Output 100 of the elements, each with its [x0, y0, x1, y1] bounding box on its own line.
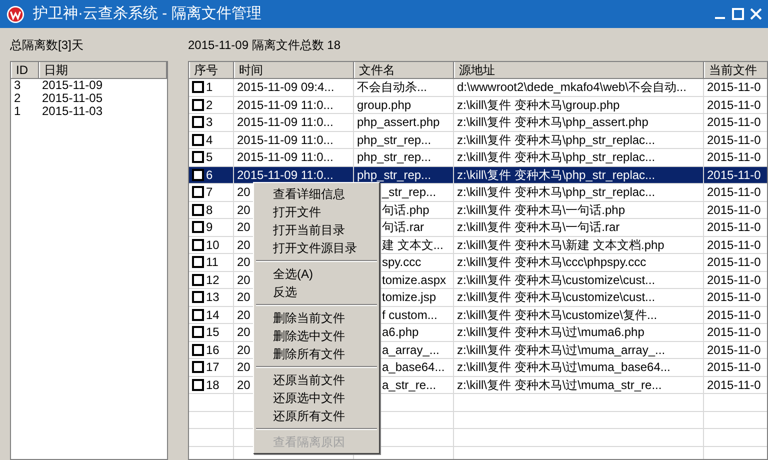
- table-cell: php_str_rep...: [357, 132, 432, 148]
- table-cell: 2015-11-0: [707, 306, 761, 323]
- menu-item[interactable]: 还原所有文件: [254, 407, 379, 425]
- menu-item[interactable]: 打开当前目录: [254, 221, 379, 239]
- table-cell: 16: [206, 342, 220, 358]
- menu-item[interactable]: 查看详细信息: [254, 185, 379, 203]
- table-cell: 14: [206, 306, 220, 323]
- table-cell: 20: [237, 324, 250, 340]
- file-row[interactable]: 3 2015-11-09 11:0... php_assert.php z:\kill\复件 变种木马\php_assert.php 2015-11-0: [189, 114, 767, 132]
- date-row[interactable]: 3 2015-11-09: [11, 79, 167, 92]
- table-cell: 4: [206, 132, 213, 148]
- checkbox[interactable]: [192, 116, 204, 128]
- table-cell: 2015-11-0: [707, 236, 761, 253]
- date-row[interactable]: 1 2015-11-03: [11, 105, 167, 118]
- table-cell-text: 3: [13, 79, 22, 92]
- checkbox[interactable]: [192, 308, 204, 321]
- table-cell: z:\kill\复件 变种木马\一句话.rar: [457, 219, 620, 236]
- table-cell: 不会自动杀...: [357, 79, 428, 96]
- checkbox[interactable]: [192, 98, 204, 111]
- table-cell: 15: [206, 324, 220, 340]
- table-cell-text: tomize.aspx: [381, 272, 446, 288]
- table-cell: z:\kill\复件 变种木马\一句话.php: [457, 202, 626, 218]
- file-row[interactable]: 2 2015-11-09 11:0... group.php z:\kill\复件 变种木马\group.php 2015-11-0: [189, 96, 767, 114]
- table-cell: 2015-11-0: [707, 202, 761, 218]
- column-header[interactable]: ID: [11, 62, 39, 78]
- table-cell: 8: [206, 202, 213, 218]
- column-header[interactable]: 序号: [189, 62, 234, 78]
- table-cell: 20: [237, 342, 250, 358]
- menu-item[interactable]: 打开文件源目录: [254, 239, 379, 257]
- table-cell: 2015-11-09 11:0...: [237, 132, 334, 148]
- table-cell-text: a_array_...: [381, 342, 440, 358]
- table-cell: 2015-11-0: [707, 324, 761, 340]
- table-cell: 20: [237, 376, 250, 393]
- table-cell-text: _str_rep...: [380, 184, 436, 200]
- table-cell: 17: [206, 359, 220, 376]
- table-cell: 3: [206, 114, 213, 130]
- table-cell-text: 2015-11-09: [41, 79, 104, 92]
- table-cell: z:\kill\复件 变种木马\customize\cust...: [457, 272, 656, 288]
- checkbox[interactable]: [192, 256, 204, 268]
- checkbox[interactable]: [192, 326, 204, 338]
- table-cell: z:\kill\复件 变种木马\php_str_replac...: [457, 149, 656, 166]
- file-row[interactable]: 1 2015-11-09 09:4... 不会自动杀... d:\wwwroot2\dede_mkafo4\web\不会自动... 2015-11-0: [189, 79, 767, 96]
- table-cell-text: 句话.rar: [381, 219, 424, 236]
- table-cell: 2015-11-0: [707, 149, 761, 166]
- checkbox[interactable]: [192, 361, 204, 374]
- table-cell: 2015-11-0: [707, 359, 761, 376]
- table-cell: 2015-11-0: [707, 342, 761, 358]
- table-cell-text: 建 文本文...: [381, 236, 444, 253]
- table-cell: 20: [237, 306, 250, 323]
- table-cell: 11: [206, 254, 218, 270]
- table-cell: 13: [206, 289, 220, 306]
- table-cell: z:\kill\复件 变种木马\php_str_replac...: [457, 166, 656, 183]
- checkbox[interactable]: [192, 134, 204, 146]
- table-cell: 2015-11-09 11:0...: [237, 96, 334, 113]
- table-cell: 20: [237, 289, 250, 306]
- column-header[interactable]: 源地址: [454, 62, 704, 78]
- file-row[interactable]: 4 2015-11-09 11:0... php_str_rep... z:\kill\复件 变种木马\php_str_replac... 2015-11-0: [189, 132, 767, 149]
- table-cell: z:\kill\复件 变种木马\group.php: [457, 96, 620, 113]
- checkbox[interactable]: [192, 81, 204, 94]
- table-cell: 18: [206, 376, 220, 393]
- date-row[interactable]: 2 2015-11-05: [11, 92, 167, 105]
- table-cell: 1: [206, 79, 213, 96]
- menu-item[interactable]: 删除当前文件: [254, 309, 379, 327]
- table-cell: php_assert.php: [357, 114, 440, 130]
- table-cell: php_str_rep...: [357, 149, 432, 166]
- column-header[interactable]: 时间: [234, 62, 354, 78]
- quarantine-days-label: 总隔离数[3]天: [10, 37, 84, 54]
- checkbox[interactable]: [192, 204, 204, 216]
- checkbox[interactable]: [192, 186, 204, 198]
- table-cell: 2015-11-0: [707, 219, 761, 236]
- table-cell: 20: [237, 359, 250, 376]
- table-cell: 20: [237, 202, 250, 218]
- checkbox[interactable]: [192, 221, 204, 234]
- checkbox[interactable]: [192, 151, 204, 164]
- column-header[interactable]: 文件名: [354, 62, 454, 78]
- table-cell-text: f custom...: [381, 306, 438, 323]
- table-cell: 20: [237, 219, 250, 236]
- checkbox[interactable]: [192, 378, 204, 391]
- table-cell: 2015-11-0: [707, 132, 761, 148]
- column-header[interactable]: 当前文件: [704, 62, 767, 78]
- table-cell-text: 句话.php: [381, 202, 430, 218]
- checkbox[interactable]: [192, 291, 204, 304]
- close-icon[interactable]: [750, 8, 762, 20]
- table-cell-text: a_base64...: [381, 359, 445, 376]
- table-cell: 5: [206, 149, 213, 166]
- checkbox[interactable]: [192, 238, 204, 251]
- checkbox[interactable]: [192, 344, 204, 356]
- table-cell-text: 1: [13, 105, 22, 118]
- table-cell: 2015-11-09 11:0...: [237, 114, 334, 130]
- menu-item[interactable]: 打开文件: [254, 203, 379, 221]
- table-cell: z:\kill\复件 变种木马\php_assert.php: [457, 114, 648, 130]
- maximize-icon[interactable]: [732, 8, 744, 20]
- table-cell-text: a6.php: [381, 324, 419, 340]
- table-cell-text: 2: [13, 92, 22, 105]
- checkbox[interactable]: [192, 274, 204, 286]
- checkbox[interactable]: [192, 168, 204, 181]
- file-row[interactable]: 6 2015-11-09 11:0... php_str_rep... z:\kill\复件 变种木马\php_str_replac... 2015-11-0: [189, 166, 767, 184]
- column-header[interactable]: 日期: [39, 62, 167, 78]
- table-cell: 10: [206, 236, 220, 253]
- table-cell: 2015-11-0: [707, 114, 761, 130]
